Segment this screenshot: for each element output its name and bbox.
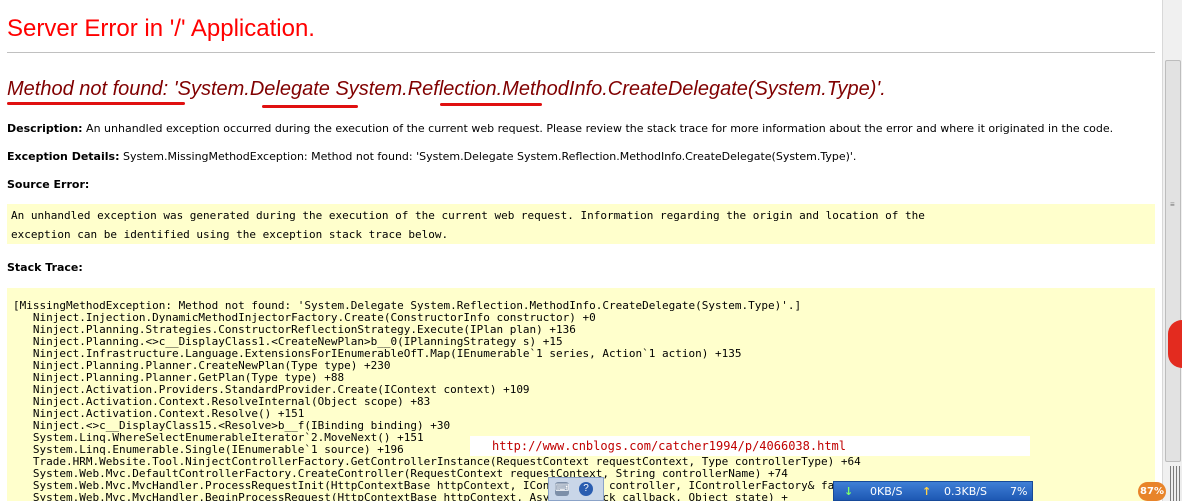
download-speed: 0KB/S bbox=[870, 485, 903, 498]
cpu-usage: 7% bbox=[1010, 485, 1028, 498]
stack-label: Stack Trace: bbox=[7, 261, 83, 274]
error-heading: Method not found: 'System.Delegate Syste… bbox=[7, 78, 886, 100]
scrollbar-thumb[interactable]: ≡ bbox=[1165, 60, 1181, 462]
description-line: Description: An unhandled exception occu… bbox=[7, 122, 1113, 135]
resize-grip-icon bbox=[1170, 466, 1182, 501]
annotation-underline bbox=[262, 105, 358, 108]
network-meter[interactable]: ↓ 0KB/S ↑ 0.3KB/S 7% bbox=[833, 481, 1033, 501]
system-tray: ⌨ ? bbox=[548, 477, 604, 501]
source-label: Source Error: bbox=[7, 178, 90, 191]
annotation-underline bbox=[7, 102, 185, 105]
keyboard-icon[interactable]: ⌨ bbox=[555, 482, 569, 496]
source-error-box: An unhandled exception was generated dur… bbox=[7, 204, 1155, 244]
source-error-heading: Source Error: bbox=[7, 178, 89, 191]
description-label: Description: bbox=[7, 122, 83, 135]
exception-label: Exception Details: bbox=[7, 150, 120, 163]
exception-text: System.MissingMethodException: Method no… bbox=[122, 150, 857, 163]
description-text: An unhandled exception occurred during t… bbox=[86, 122, 1114, 135]
source-error-text: An unhandled exception was generated dur… bbox=[11, 209, 925, 241]
usage-badge[interactable]: 87% bbox=[1138, 482, 1166, 501]
title-divider bbox=[7, 52, 1155, 53]
grip-icon: ≡ bbox=[1170, 200, 1175, 209]
stack-trace-box: [MissingMethodException: Method not foun… bbox=[7, 288, 1155, 501]
stack-trace-heading: Stack Trace: bbox=[7, 261, 83, 274]
upload-speed: 0.3KB/S bbox=[944, 485, 987, 498]
error-page: Server Error in '/' Application. Method … bbox=[0, 0, 1162, 501]
exception-details-line: Exception Details: System.MissingMethodE… bbox=[7, 150, 856, 163]
page-title: Server Error in '/' Application. bbox=[7, 15, 315, 42]
download-arrow-icon: ↓ bbox=[844, 485, 854, 498]
annotation-underline bbox=[440, 103, 542, 106]
upload-arrow-icon: ↑ bbox=[922, 485, 932, 498]
stack-trace-text: [MissingMethodException: Method not foun… bbox=[13, 299, 907, 501]
watermark-link: http://www.cnblogs.com/catcher1994/p/406… bbox=[470, 436, 1030, 456]
vertical-scrollbar[interactable]: ≡ bbox=[1162, 0, 1182, 501]
help-icon[interactable]: ? bbox=[579, 482, 593, 496]
floating-red-button[interactable] bbox=[1168, 320, 1182, 368]
